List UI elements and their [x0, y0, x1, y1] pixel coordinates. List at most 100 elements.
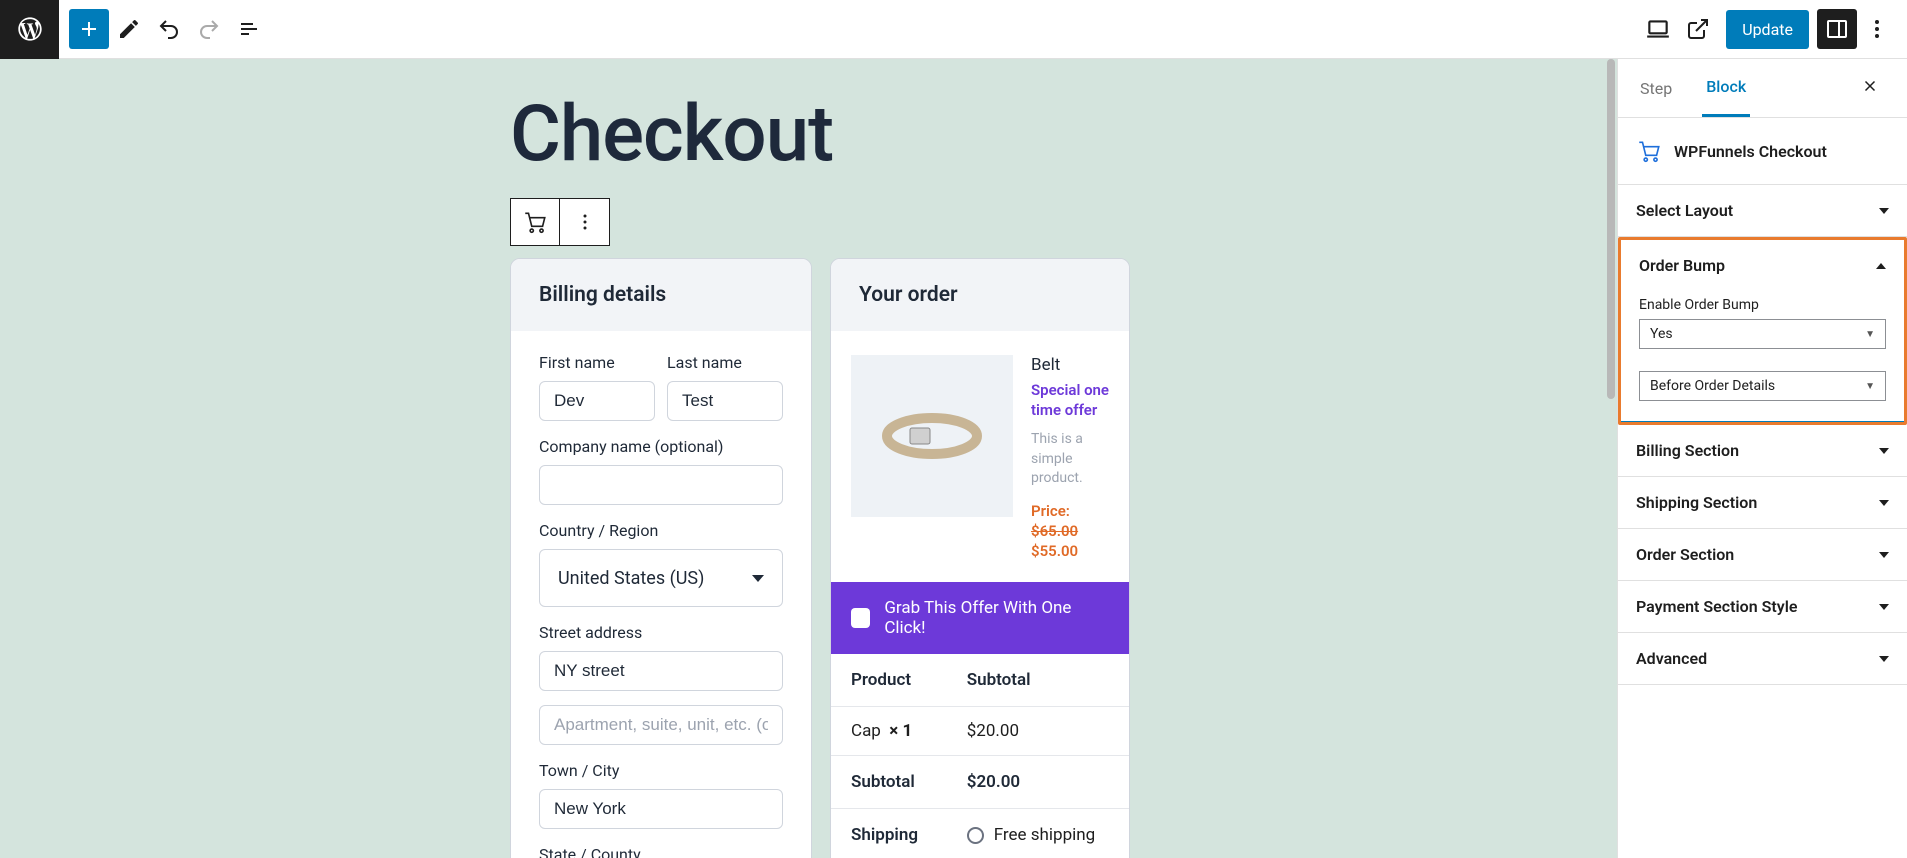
redo-button[interactable]: [189, 9, 229, 49]
order-bump-position-select[interactable]: Before Order Details ▼: [1639, 371, 1886, 401]
city-label: Town / City: [539, 761, 783, 780]
billing-heading: Billing details: [511, 259, 811, 331]
order-bump-image: [851, 355, 1013, 517]
wordpress-logo[interactable]: [0, 0, 59, 59]
panel-advanced: Advanced: [1618, 633, 1907, 685]
panel-header[interactable]: Advanced: [1618, 633, 1907, 684]
chevron-down-icon: [1879, 656, 1889, 662]
close-icon: [1861, 77, 1879, 95]
table-row: Shipping Free shipping: [831, 808, 1129, 858]
plus-icon: [77, 17, 101, 41]
last-name-label: Last name: [667, 353, 783, 372]
panel-order-section: Order Section: [1618, 529, 1907, 581]
top-toolbar: Update: [0, 0, 1907, 59]
block-options-button[interactable]: [560, 198, 610, 246]
checkbox-icon: [851, 608, 870, 628]
chevron-down-icon: [1879, 448, 1889, 454]
panel-select-layout: Select Layout: [1618, 185, 1907, 237]
pencil-icon: [117, 17, 141, 41]
settings-panel-toggle[interactable]: [1817, 9, 1857, 49]
block-name-label: WPFunnels Checkout: [1674, 142, 1827, 161]
chevron-down-icon: [1879, 208, 1889, 214]
scrollbar-thumb[interactable]: [1607, 59, 1615, 399]
order-bump-highlight: Order Bump Enable Order Bump Yes ▼ Befor…: [1618, 237, 1907, 425]
panel-header[interactable]: Payment Section Style: [1618, 581, 1907, 632]
panel-header[interactable]: Shipping Section: [1618, 477, 1907, 528]
list-icon: [237, 17, 261, 41]
preview-button[interactable]: [1678, 9, 1718, 49]
product-header: Product: [831, 654, 947, 707]
first-name-label: First name: [539, 353, 655, 372]
bump-price: Price: $65.00 $55.00: [1031, 501, 1109, 562]
panel-header[interactable]: Select Layout: [1618, 185, 1907, 236]
street-label: Street address: [539, 623, 783, 642]
panel-header[interactable]: Billing Section: [1618, 425, 1907, 476]
cart-icon: [522, 209, 548, 235]
bump-cta-label: Grab This Offer With One Click!: [884, 598, 1109, 638]
chevron-down-icon: [1879, 604, 1889, 610]
wordpress-icon: [16, 15, 44, 43]
block-identity: WPFunnels Checkout: [1618, 118, 1907, 185]
more-vertical-icon: [573, 210, 597, 234]
more-vertical-icon: [1865, 17, 1889, 41]
settings-sidebar: Step Block WPFunnels Checkout Select Lay…: [1617, 59, 1907, 858]
panel-header-order-bump[interactable]: Order Bump: [1621, 240, 1904, 291]
document-overview-button[interactable]: [229, 9, 269, 49]
page-title[interactable]: Checkout: [510, 89, 1617, 180]
state-label: State / County: [539, 845, 783, 858]
panel-billing-section: Billing Section: [1618, 425, 1907, 477]
update-button[interactable]: Update: [1726, 10, 1809, 49]
chevron-down-icon: ▼: [1865, 381, 1875, 392]
bump-description: This is a simple product.: [1031, 430, 1109, 489]
enable-order-bump-select[interactable]: Yes ▼: [1639, 319, 1886, 349]
chevron-down-icon: [1879, 500, 1889, 506]
options-menu-button[interactable]: [1857, 9, 1897, 49]
table-row: Subtotal $20.00: [831, 755, 1129, 808]
city-input[interactable]: [539, 789, 783, 829]
tab-step[interactable]: Step: [1636, 61, 1676, 116]
laptop-icon: [1645, 16, 1671, 42]
radio-icon: [967, 827, 984, 844]
chevron-down-icon: [752, 575, 764, 582]
country-value: United States (US): [558, 568, 704, 589]
first-name-input[interactable]: [539, 381, 655, 421]
panel-header[interactable]: Order Section: [1618, 529, 1907, 580]
table-row: Cap × 1 $20.00: [831, 706, 1129, 755]
country-select[interactable]: United States (US): [539, 549, 783, 607]
bump-cta-button[interactable]: Grab This Offer With One Click!: [831, 582, 1129, 654]
tab-block[interactable]: Block: [1702, 59, 1750, 117]
subtotal-header: Subtotal: [947, 654, 1129, 707]
order-bump-box: Belt Special one time offer This is a si…: [831, 331, 1129, 582]
panel-payment-section: Payment Section Style: [1618, 581, 1907, 633]
shipping-option[interactable]: Free shipping: [967, 825, 1109, 845]
editor-canvas: Checkout Billing details First name: [0, 59, 1617, 858]
company-label: Company name (optional): [539, 437, 783, 456]
redo-icon: [197, 17, 221, 41]
order-table: Product Subtotal Cap × 1 $20.00 Subtotal…: [831, 654, 1129, 858]
block-toolbar: [510, 198, 1617, 246]
belt-icon: [882, 406, 982, 466]
chevron-up-icon: [1876, 263, 1886, 269]
bump-product-name: Belt: [1031, 355, 1109, 375]
block-type-button[interactable]: [510, 198, 560, 246]
last-name-input[interactable]: [667, 381, 783, 421]
order-heading: Your order: [831, 259, 1129, 331]
street2-input[interactable]: [539, 705, 783, 745]
your-order-card: Your order Belt Special one time offer T…: [830, 258, 1130, 858]
edit-button[interactable]: [109, 9, 149, 49]
panel-shipping-section: Shipping Section: [1618, 477, 1907, 529]
close-sidebar-button[interactable]: [1851, 66, 1889, 111]
device-preview-button[interactable]: [1638, 9, 1678, 49]
undo-icon: [157, 17, 181, 41]
undo-button[interactable]: [149, 9, 189, 49]
enable-order-bump-label: Enable Order Bump: [1639, 297, 1886, 313]
chevron-down-icon: ▼: [1865, 329, 1875, 340]
sidebar-icon: [1825, 17, 1849, 41]
add-block-button[interactable]: [69, 9, 109, 49]
country-label: Country / Region: [539, 521, 783, 540]
street1-input[interactable]: [539, 651, 783, 691]
chevron-down-icon: [1879, 552, 1889, 558]
company-input[interactable]: [539, 465, 783, 505]
external-link-icon: [1686, 17, 1710, 41]
billing-details-card: Billing details First name Last name Com…: [510, 258, 812, 858]
